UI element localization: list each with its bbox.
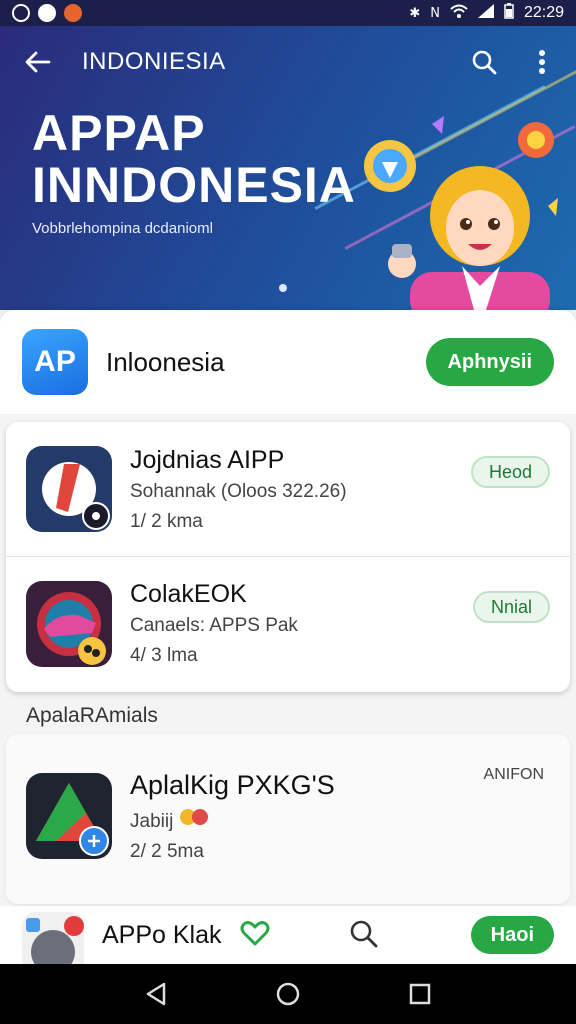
battery-icon: [504, 3, 514, 23]
back-button[interactable]: [18, 42, 58, 82]
square-recents-icon: [409, 983, 431, 1005]
status-right-icons: ✱ N 22:29: [409, 3, 564, 23]
app-info: Jojdnias AIPP Sohannak (Oloos 322.26) 1/…: [130, 446, 347, 533]
favorite-button[interactable]: [240, 919, 270, 952]
media-icon: [38, 4, 56, 22]
wifi-icon: [450, 4, 468, 22]
featured-app-card[interactable]: AP Inloonesia Aphnysii: [0, 310, 576, 414]
app-name: Jojdnias AIPP: [130, 445, 285, 474]
nav-back-button[interactable]: [134, 972, 178, 1016]
top-actions: [464, 42, 562, 82]
app-action-button[interactable]: Heod: [470, 456, 550, 488]
mascot-illustration: [364, 116, 558, 310]
carousel-indicator: [279, 284, 287, 292]
app-logo-icon: [26, 916, 84, 964]
app-icon: [22, 912, 84, 964]
signal-icon: [477, 4, 494, 22]
hero-banner[interactable]: INDONIESIA APPAP INNDONESIA Vobbrlehompi…: [0, 26, 576, 310]
list-item[interactable]: AplalKig PXKG'S Jabiij 2/ 2 5ma ANIFON: [6, 734, 570, 898]
search-button[interactable]: [464, 42, 504, 82]
app-logo-icon: [42, 462, 110, 530]
status-left-icons: [12, 4, 82, 22]
back-arrow-icon: [25, 51, 51, 73]
app-name: AplalKig PXKG'S: [130, 769, 335, 800]
triangle-back-icon: [146, 982, 166, 1006]
app-name: APPo Klak: [102, 920, 222, 949]
notification-icon: [64, 4, 82, 22]
app-stats: 1/ 2 kma: [130, 510, 203, 532]
masks-icon: [179, 808, 208, 825]
search-button[interactable]: [348, 918, 378, 953]
app-meta: Sohannak (Oloos 322.26): [130, 480, 347, 502]
app-icon: [26, 446, 112, 532]
nav-home-button[interactable]: [266, 972, 310, 1016]
system-navigation-bar: [0, 964, 576, 1024]
app-icon: [26, 580, 112, 667]
settings-icon: [12, 4, 30, 22]
hero-subtitle: Vobbrlehompina dcdanioml: [32, 220, 213, 237]
bottom-action-button[interactable]: Haoi: [470, 916, 554, 954]
app-stats: 4/ 3 lma: [130, 645, 198, 666]
search-icon: [350, 920, 377, 947]
page-title: INDONIESIA: [82, 48, 226, 75]
list-item[interactable]: Jojdnias AIPP Sohannak (Oloos 322.26) 1/…: [6, 422, 570, 556]
list-item[interactable]: ColakEOK Canaels: APPS Pak 4/ 3 lma Nnia…: [6, 556, 570, 690]
app-action-button[interactable]: Nnial: [472, 591, 550, 623]
app-tag: ANIFON: [483, 766, 544, 783]
bottom-app-row[interactable]: APPo Klak Haoi: [0, 906, 576, 964]
heart-icon: [240, 920, 270, 945]
featured-action-button[interactable]: Aphnysii: [425, 338, 554, 386]
top-app-bar: INDONIESIA: [0, 40, 576, 84]
app-logo-icon: [36, 783, 109, 856]
status-bar: ✱ N 22:29: [0, 0, 576, 26]
app-info: ColakEOK Canaels: APPS Pak 4/ 3 lma: [130, 580, 298, 667]
app-stats: 2/ 2 5ma: [130, 840, 204, 862]
app-meta: Canaels: APPS Pak: [130, 615, 298, 636]
app-list: Jojdnias AIPP Sohannak (Oloos 322.26) 1/…: [6, 422, 570, 692]
section-app-card[interactable]: AplalKig PXKG'S Jabiij 2/ 2 5ma ANIFON: [6, 734, 570, 904]
app-name: ColakEOK: [130, 580, 247, 608]
app-meta: Jabiij: [130, 807, 335, 833]
featured-app-name: Inloonesia: [106, 346, 225, 377]
app-logo: AP: [22, 329, 88, 395]
bluetooth-icon: ✱: [409, 5, 421, 21]
app-meta-text: Jabiij: [130, 810, 174, 832]
hero-title-line-2: INNDONESIA: [32, 157, 356, 213]
nfc-icon: N: [430, 5, 440, 21]
status-time: 22:29: [523, 4, 564, 21]
section-heading: ApalaRAmials: [26, 704, 158, 727]
circle-home-icon: [276, 982, 300, 1006]
app-icon: [26, 773, 112, 859]
search-icon: [472, 50, 497, 75]
more-vertical-icon: [539, 50, 545, 74]
more-options-button[interactable]: [522, 42, 562, 82]
app-info: AplalKig PXKG'S Jabiij 2/ 2 5ma: [130, 770, 335, 863]
app-logo-icon: [37, 591, 106, 665]
nav-recents-button[interactable]: [398, 972, 442, 1016]
hero-title: APPAP: [32, 105, 206, 161]
